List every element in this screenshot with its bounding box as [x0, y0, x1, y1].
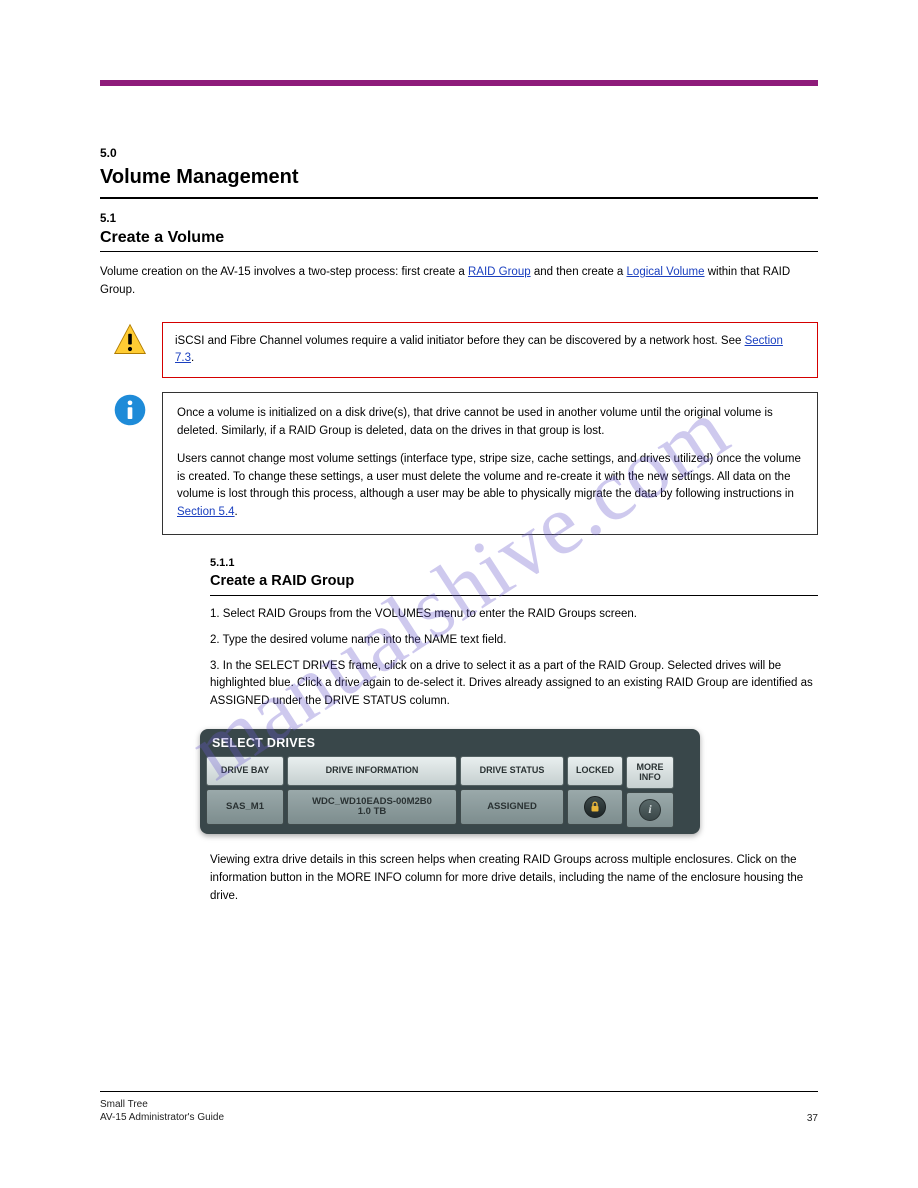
- col-header-bay: DRIVE BAY: [206, 756, 284, 786]
- step-2: 2. Type the desired volume name into the…: [210, 632, 818, 650]
- col-header-status: DRIVE STATUS: [460, 756, 564, 786]
- select-drives-panel: SELECT DRIVES DRIVE BAY SAS_M1 DRIVE INF…: [200, 729, 700, 834]
- section-title: Volume Management: [100, 166, 818, 189]
- section-rule: [100, 197, 818, 199]
- cell-status[interactable]: ASSIGNED: [460, 789, 564, 825]
- note-box: Once a volume is initialized on a disk d…: [162, 392, 818, 535]
- info-glyph-icon: i: [648, 803, 651, 816]
- note-p1: Once a volume is initialized on a disk d…: [177, 405, 803, 441]
- warning-pre: iSCSI and Fibre Channel volumes require …: [175, 335, 745, 347]
- inner-after-text: Viewing extra drive details in this scre…: [210, 852, 818, 905]
- inner-section-title: Create a RAID Group: [210, 573, 818, 589]
- footer-brand: Small Tree: [100, 1098, 224, 1111]
- lock-icon: [589, 801, 601, 813]
- cell-bay[interactable]: SAS_M1: [206, 789, 284, 825]
- top-rule: [100, 80, 818, 86]
- inner-rule: [210, 595, 818, 596]
- inner-section-number: 5.1.1: [210, 557, 818, 569]
- cell-info[interactable]: WDC_WD10EADS-00M2B0 1.0 TB: [287, 789, 457, 825]
- footer-page-number: 37: [807, 1113, 818, 1124]
- panel-header: SELECT DRIVES: [200, 729, 700, 756]
- note-p2-post: .: [235, 506, 238, 518]
- subsection-rule: [100, 251, 818, 252]
- warning-icon: [112, 322, 148, 358]
- subsection-intro: Volume creation on the AV-15 involves a …: [100, 264, 818, 300]
- col-header-locked: LOCKED: [567, 756, 623, 786]
- footer-doc-title: AV-15 Administrator's Guide: [100, 1111, 224, 1124]
- note-p2-link[interactable]: Section 5.4: [177, 506, 235, 518]
- section-number: 5.0: [100, 146, 818, 160]
- warning-callout: iSCSI and Fibre Channel volumes require …: [110, 322, 818, 379]
- intro-pre: Volume creation on the AV-15 involves a …: [100, 266, 468, 278]
- warning-box: iSCSI and Fibre Channel volumes require …: [162, 322, 818, 379]
- warning-post: .: [191, 352, 194, 364]
- intro-mid: and then create a: [531, 266, 627, 278]
- col-header-info: DRIVE INFORMATION: [287, 756, 457, 786]
- col-header-more: MORE INFO: [626, 756, 674, 789]
- lock-button[interactable]: [584, 796, 606, 818]
- note-p2-pre: Users cannot change most volume settings…: [177, 453, 801, 501]
- step-1: 1. Select RAID Groups from the VOLUMES m…: [210, 606, 818, 624]
- page-content: 5.0 Volume Management 5.1 Create a Volum…: [0, 0, 918, 953]
- note-callout: Once a volume is initialized on a disk d…: [110, 392, 818, 535]
- step-3: 3. In the SELECT DRIVES frame, click on …: [210, 658, 818, 711]
- cell-more[interactable]: i: [626, 792, 674, 828]
- cell-locked[interactable]: [567, 789, 623, 825]
- logical-volume-link[interactable]: Logical Volume: [627, 266, 705, 278]
- page-footer: Small Tree AV-15 Administrator's Guide 3…: [100, 1091, 818, 1124]
- raid-group-link[interactable]: RAID Group: [468, 266, 531, 278]
- info-icon: [112, 392, 148, 428]
- subsection-title: Create a Volume: [100, 229, 818, 247]
- more-info-button[interactable]: i: [639, 799, 661, 821]
- subsection-number: 5.1: [100, 213, 818, 225]
